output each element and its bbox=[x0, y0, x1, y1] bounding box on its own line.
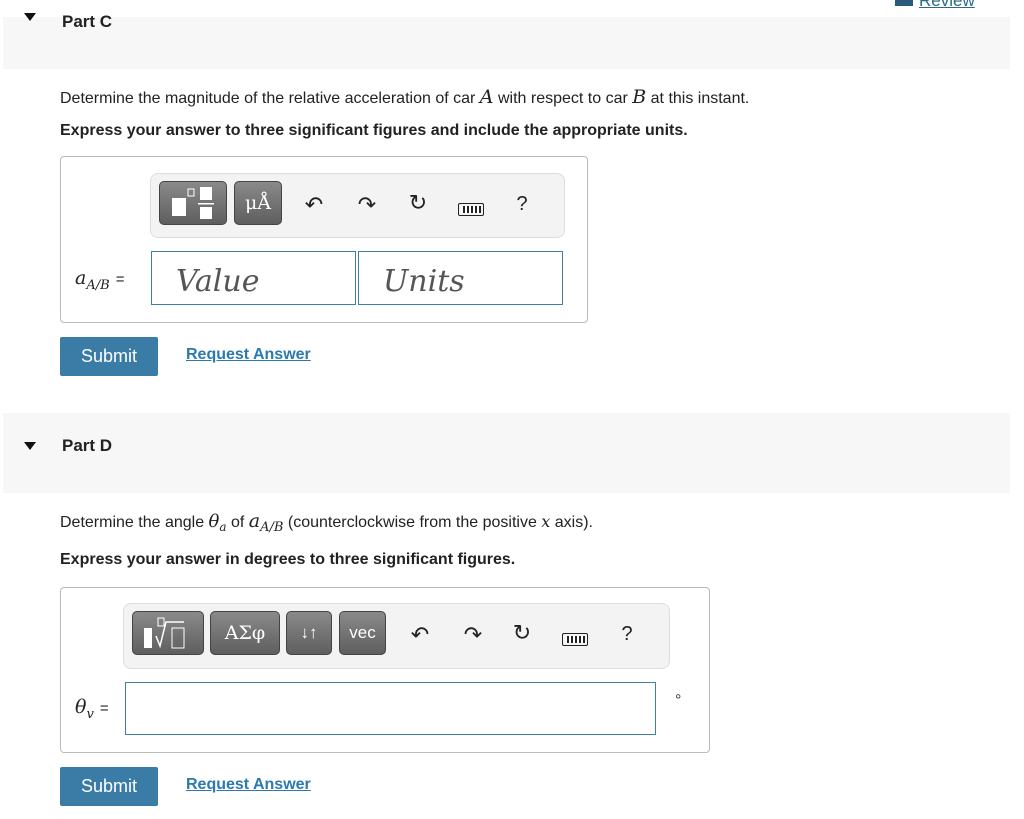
reset-icon[interactable]: ↻ bbox=[406, 190, 430, 216]
units-button[interactable]: μÅ bbox=[234, 181, 282, 225]
redo-icon[interactable]: ↷ bbox=[355, 192, 379, 218]
angle-input[interactable] bbox=[125, 682, 656, 735]
help-icon[interactable]: ? bbox=[510, 193, 534, 216]
part-c-instruction: Express your answer to three significant… bbox=[60, 122, 688, 139]
undo-icon[interactable]: ↶ bbox=[408, 622, 432, 648]
part-d-answer-box: ΑΣφ ↓↑ vec ↶ ↷ ↻ ? θv = ° bbox=[60, 587, 710, 753]
templates-button[interactable] bbox=[159, 181, 227, 225]
arrows-button[interactable]: ↓↑ bbox=[286, 611, 332, 655]
answer-label: aA/B = bbox=[75, 267, 125, 293]
part-d-instruction: Express your answer in degrees to three … bbox=[60, 551, 516, 568]
keyboard-icon[interactable] bbox=[456, 196, 486, 222]
units-input[interactable] bbox=[358, 251, 563, 305]
collapse-triangle-icon[interactable] bbox=[24, 13, 36, 21]
part-d-request-answer-link[interactable]: Request Answer bbox=[186, 776, 311, 794]
collapse-triangle-icon[interactable] bbox=[24, 442, 36, 450]
math-toolbar: ΑΣφ ↓↑ vec ↶ ↷ ↻ ? bbox=[123, 603, 670, 669]
reset-icon[interactable]: ↻ bbox=[510, 620, 534, 646]
part-c-question: Determine the magnitude of the relative … bbox=[60, 86, 750, 108]
review-link[interactable]: Review bbox=[895, 0, 975, 11]
templates-icon bbox=[144, 617, 185, 649]
part-c-header[interactable] bbox=[3, 17, 1010, 69]
value-input[interactable] bbox=[151, 251, 356, 305]
help-icon[interactable]: ? bbox=[615, 623, 639, 646]
part-d-header[interactable] bbox=[3, 413, 1010, 493]
degree-unit: ° bbox=[675, 692, 682, 709]
part-d-submit-button[interactable]: Submit bbox=[60, 767, 158, 806]
part-c-submit-button[interactable]: Submit bbox=[60, 337, 158, 376]
part-c-request-answer-link[interactable]: Request Answer bbox=[186, 346, 311, 364]
part-c-title: Part C bbox=[62, 12, 113, 31]
part-d-question: Determine the angle θa of aA/B (counterc… bbox=[60, 510, 593, 536]
part-d-title: Part D bbox=[62, 436, 113, 455]
templates-icon bbox=[172, 187, 214, 219]
part-c-answer-box: μÅ ↶ ↷ ↻ ? aA/B = bbox=[60, 156, 588, 323]
keyboard-icon[interactable] bbox=[560, 626, 590, 652]
vector-button[interactable]: vec bbox=[339, 611, 386, 655]
book-icon bbox=[895, 0, 913, 6]
templates-button[interactable] bbox=[132, 611, 204, 655]
undo-icon[interactable]: ↶ bbox=[302, 192, 326, 218]
greek-letters-button[interactable]: ΑΣφ bbox=[210, 611, 280, 655]
math-toolbar: μÅ ↶ ↷ ↻ ? bbox=[150, 173, 565, 238]
answer-label: θv = bbox=[75, 696, 109, 722]
redo-icon[interactable]: ↷ bbox=[461, 622, 485, 648]
